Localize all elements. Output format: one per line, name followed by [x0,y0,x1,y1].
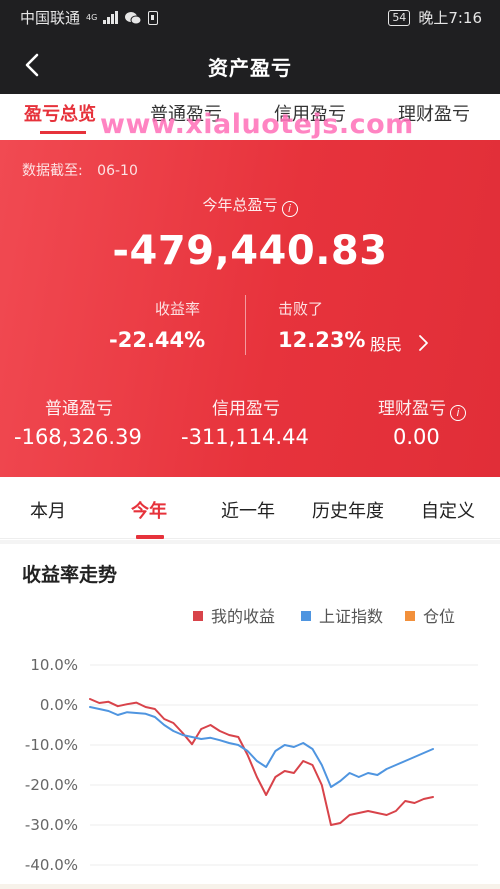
y-tick-label: 0.0% [40,696,78,714]
y-tick-label: -30.0% [25,816,78,834]
legend-label: 上证指数 [319,607,383,626]
legend-label: 我的收益 [211,607,275,626]
page-title: 资产盈亏 [208,56,292,80]
carrier-label: 中国联通 [20,9,81,27]
legend-swatch [193,611,203,621]
battery-level: 54 [388,9,411,26]
y-tick-label: -10.0% [25,736,78,754]
active-tab-indicator [40,131,86,134]
wealth-info-icon[interactable]: i [450,405,466,421]
tab-history-years[interactable]: 历史年度 [312,497,384,523]
return-rate-label: 收益率 [155,300,201,318]
y-tick-label: -40.0% [25,856,78,874]
as-of-label: 数据截至: [22,163,83,179]
beat-percent-value: 12.23% [278,328,366,352]
chevron-right-icon[interactable] [416,333,430,353]
y-tick-label: 10.0% [30,656,78,674]
wealth-pnl-label-row: 理财盈亏 i [378,394,466,421]
section-separator [0,540,500,544]
info-icon[interactable]: i [281,201,298,217]
tab-this-year[interactable]: 今年 [131,497,167,523]
credit-pnl-label: 信用盈亏 [212,399,280,419]
return-rate-value: -22.44% [109,328,206,352]
wealth-pnl-value: 0.00 [393,425,440,449]
series-line [89,706,434,788]
summary-divider [245,295,246,355]
wechat-icon [125,11,142,24]
total-pnl-label-row: 今年总盈亏 i [0,194,500,217]
tab-overview[interactable]: 盈亏总览 [24,100,96,126]
wealth-pnl-label: 理财盈亏 [378,399,446,419]
credit-pnl-value: -311,114.44 [181,425,309,449]
as-of-date: 数据截至: 06-10 [22,160,138,180]
status-time: 晚上7:16 [418,9,482,27]
category-tabs: 盈亏总览 普通盈亏 信用盈亏 理财盈亏 www.xialuotejs.com [0,94,500,140]
battery-alert-icon [148,10,159,25]
beat-label: 击败了 [278,300,324,318]
series-line [89,698,434,826]
legend-swatch [301,611,311,621]
pnl-summary-card: 数据截至: 06-10 今年总盈亏 i -479,440.83 收益率 -22.4… [0,140,500,477]
navigation-bar: 资产盈亏 [0,34,500,94]
legend-swatch [405,611,415,621]
as-of-value: 06-10 [97,163,138,179]
network-type-label: 4G [86,12,98,22]
chart-title: 收益率走势 [22,564,118,586]
total-pnl-label: 今年总盈亏 [202,196,278,214]
bottom-strip [0,884,500,889]
tab-last-year[interactable]: 近一年 [221,497,275,523]
normal-pnl-value: -168,326.39 [14,425,142,449]
y-tick-label: -20.0% [25,776,78,794]
return-trend-chart: 10.0% 0.0% -10.0% -20.0% -30.0% -40.0% 我的收益 上证指… [25,607,478,874]
normal-pnl-label: 普通盈亏 [45,399,113,419]
beat-investors-link[interactable]: 股民 [370,331,402,355]
tab-custom[interactable]: 自定义 [421,497,475,523]
total-pnl-value: -479,440.83 [112,228,388,274]
tab-this-month[interactable]: 本月 [30,497,66,523]
period-tabs: 本月 今年 近一年 历史年度 自定义 [0,477,500,539]
active-period-indicator [136,535,164,539]
status-bar: 中国联通 4G 54 晚上7:16 [0,0,500,34]
watermark-text: www.xialuotejs.com [100,109,414,140]
signal-icon [103,11,119,24]
legend-label: 仓位 [423,607,455,626]
